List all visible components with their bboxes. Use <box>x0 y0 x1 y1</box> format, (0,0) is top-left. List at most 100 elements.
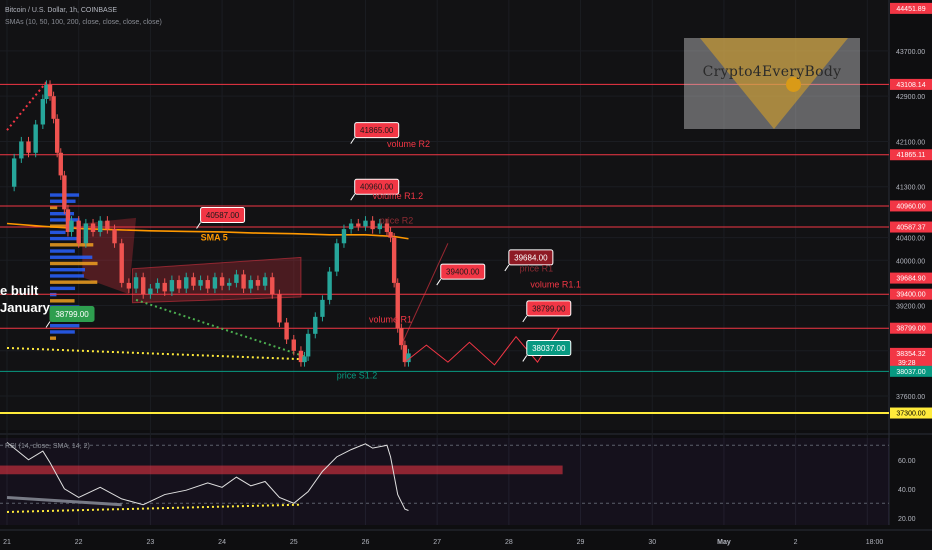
left-note: e built January <box>0 282 50 316</box>
watermark-logo: Crypto4EveryBody <box>684 38 860 129</box>
candle-body <box>291 339 296 351</box>
candle-body <box>248 280 253 289</box>
price-axis-label: 40960.00 <box>896 203 925 210</box>
level-annotation: volume R1.1 <box>530 279 581 289</box>
candle-body <box>284 322 289 340</box>
price-axis-tick: 39200.00 <box>896 304 925 311</box>
price-callout-text: 39400.00 <box>446 268 480 277</box>
candle-body <box>90 223 96 232</box>
watermark-triangle <box>700 38 848 129</box>
candle-body <box>391 237 397 283</box>
price-axis-label: 39684.90 <box>896 276 925 283</box>
volume-profile-bar <box>50 274 84 278</box>
time-axis-tick: 23 <box>146 539 154 546</box>
volume-profile-bar <box>50 280 98 284</box>
candle-body <box>277 294 282 323</box>
candle-body <box>69 220 74 232</box>
candle-body <box>313 316 318 334</box>
level-annotation: price R1 <box>520 264 554 274</box>
candle-body <box>148 288 153 295</box>
candle-body <box>83 223 89 244</box>
volume-profile-bar <box>50 261 98 266</box>
candle-body <box>334 243 339 272</box>
candle-body <box>58 152 63 176</box>
candle-body <box>54 118 60 153</box>
volume-profile-bar <box>50 218 80 222</box>
rsi-axis-tick: 20.00 <box>898 516 916 523</box>
candle-body <box>255 280 261 286</box>
level-annotation: price S1.2 <box>337 371 378 381</box>
candle-body <box>205 280 210 289</box>
candle-body <box>176 280 182 289</box>
time-axis-tick: 26 <box>362 539 370 546</box>
volume-profile-bar <box>50 236 80 241</box>
candle-body <box>227 282 232 286</box>
candle-body <box>270 277 275 295</box>
candle-body <box>341 229 347 244</box>
candle-body <box>11 158 17 187</box>
time-axis-tick: 22 <box>75 539 83 546</box>
time-axis-tick: 2 <box>794 539 798 546</box>
time-axis-tick: May <box>717 539 731 546</box>
bar-countdown: 39:28 <box>898 360 916 367</box>
candle-body <box>155 282 160 289</box>
price-axis-label: 38354.32 <box>896 351 925 358</box>
price-axis-tick: 40400.00 <box>896 236 925 243</box>
time-axis-tick: 21 <box>3 539 11 546</box>
volume-profile-bar <box>50 286 76 291</box>
price-axis-label: 38037.00 <box>896 369 925 376</box>
left-note-line-2: January <box>0 300 50 315</box>
time-axis-tick: 24 <box>218 539 226 546</box>
candle-body <box>141 277 146 295</box>
price-axis-label: 38799.00 <box>896 326 925 333</box>
volume-profile-bar <box>50 336 57 340</box>
price-axis-tick: 37600.00 <box>896 394 925 401</box>
time-axis-tick: 27 <box>433 539 441 546</box>
volume-profile-bar <box>50 299 75 303</box>
candle-body <box>363 220 368 227</box>
candle-body <box>219 277 225 286</box>
price-axis-label: 40587.37 <box>896 225 925 232</box>
candle-body <box>388 231 393 238</box>
time-axis-tick: 30 <box>648 539 656 546</box>
volume-profile-bar <box>50 230 66 235</box>
price-axis-label: 39400.00 <box>896 292 925 299</box>
time-axis-tick: 29 <box>577 539 585 546</box>
candle-body <box>119 243 124 283</box>
candle-body <box>62 175 67 210</box>
time-axis-tick: 28 <box>505 539 513 546</box>
price-callout-text: 39684.00 <box>514 253 548 262</box>
candle-body <box>105 220 110 230</box>
indicator-legend[interactable]: SMAs (10, 50, 100, 200, close, close, cl… <box>5 19 162 26</box>
candle-body <box>169 280 175 292</box>
candle-body <box>33 124 38 153</box>
rsi-axis-tick: 40.00 <box>898 487 916 494</box>
time-axis-tick: 25 <box>290 539 298 546</box>
rsi-legend[interactable]: RSI (14, close, SMA, 14, 2) <box>5 443 90 450</box>
candle-body <box>76 220 81 244</box>
volume-profile-bar <box>50 324 80 328</box>
level-annotation: volume R1.2 <box>373 191 424 201</box>
candle-body <box>234 274 239 283</box>
symbol-title: Bitcoin / U.S. Dollar, 1h, COINBASE <box>5 7 118 14</box>
candle-body <box>370 220 375 230</box>
candle-body <box>40 99 46 125</box>
price-axis-tick: 40000.00 <box>896 258 925 265</box>
candle-body <box>133 277 139 289</box>
left-note-line-1: e built <box>0 283 39 298</box>
candle-body <box>112 229 117 244</box>
candle-body <box>356 223 361 227</box>
price-axis-tick: 42900.00 <box>896 94 925 101</box>
volume-profile-bar <box>50 330 75 334</box>
price-axis-tick: 42100.00 <box>896 139 925 146</box>
candle-body <box>348 223 354 230</box>
price-axis-label: 43108.14 <box>896 82 925 89</box>
candle-body <box>184 277 189 289</box>
price-axis-label: 37300.00 <box>896 411 925 418</box>
candle-body <box>98 220 103 232</box>
price-callout-text: 38799.00 <box>532 304 566 313</box>
volume-profile-bar <box>50 212 75 216</box>
candle-body <box>51 96 56 119</box>
rsi-axis-tick: 60.00 <box>898 458 916 465</box>
level-annotation: volume R2 <box>387 139 430 149</box>
